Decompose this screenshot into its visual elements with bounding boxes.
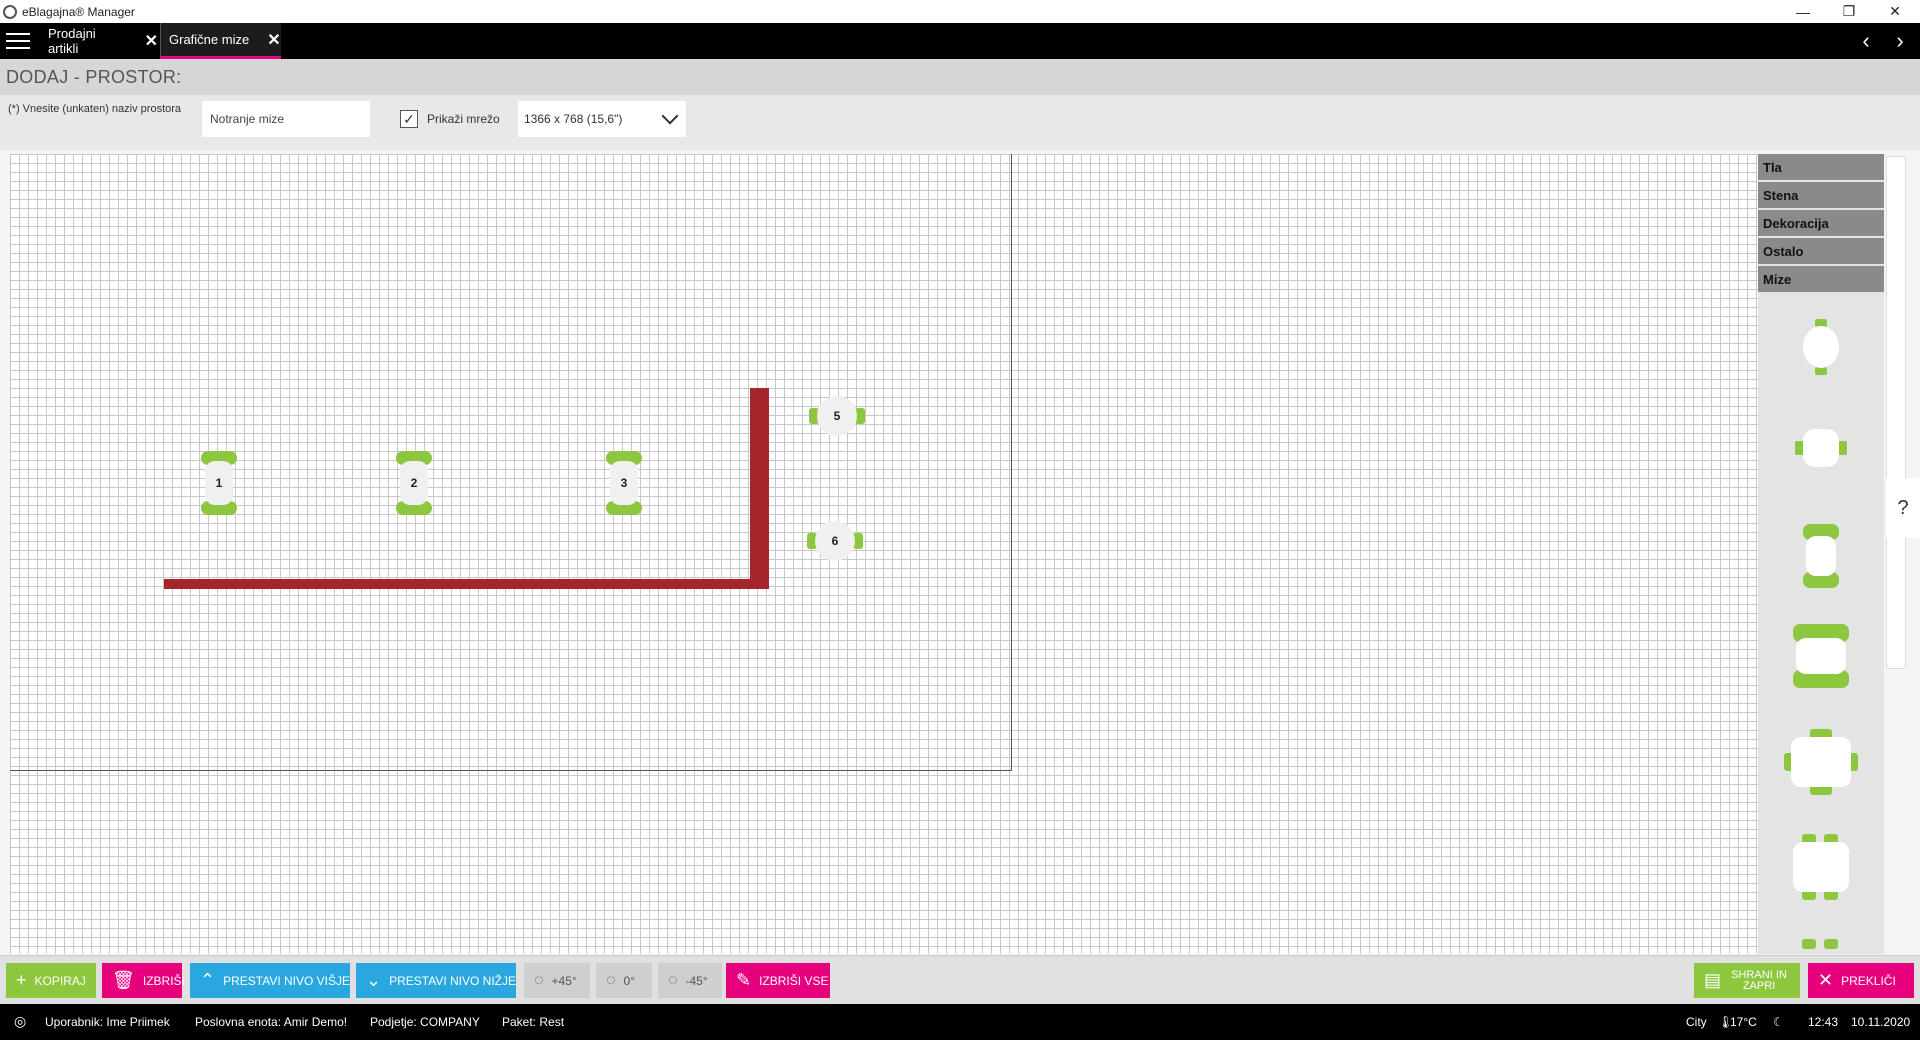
save-icon: ▤ <box>1704 970 1722 990</box>
room-name-input[interactable] <box>202 101 370 137</box>
tab-graficne-mize[interactable]: Grafične mize ✕ <box>160 23 281 59</box>
cancel-button[interactable]: ✕ PREKLIČI <box>1808 963 1914 998</box>
table-3[interactable]: 3 <box>606 451 642 515</box>
rotate-icon: ◌ <box>534 971 544 989</box>
table-5[interactable]: 5 <box>809 396 865 436</box>
rotate-plus-45-button[interactable]: ◌ +45° <box>524 963 590 998</box>
screen-bounds <box>10 154 1012 771</box>
status-company: Podjetje: COMPANY <box>370 1015 480 1029</box>
palette-table-4-seat[interactable] <box>1758 729 1884 795</box>
table-number: 6 <box>815 521 855 561</box>
room-form: (*) Vnesite (unkaten) naziv prostora ✓ P… <box>0 95 1920 150</box>
palette-scrollbar[interactable] <box>1886 156 1906 669</box>
level-down-button[interactable]: ⌄ PRESTAVI NIVO NIŽJE <box>356 963 516 998</box>
tab-close-icon[interactable]: ✕ <box>267 30 280 50</box>
chevron-down-icon: ⌄ <box>366 970 382 990</box>
plus-icon: + <box>16 970 27 990</box>
eraser-icon: ✎ <box>736 970 752 990</box>
table-number: 2 <box>400 461 428 505</box>
palette-table-4-seat-long[interactable] <box>1758 834 1884 900</box>
palette-table-booth-large[interactable] <box>1758 624 1884 688</box>
status-city: City <box>1686 1015 1707 1029</box>
wall-vertical[interactable] <box>750 388 769 589</box>
status-date: 10.11.2020 <box>1851 1015 1911 1029</box>
tab-label: Grafične mize <box>169 32 250 47</box>
page-header: DODAJ - PROSTOR: <box>0 59 1920 95</box>
settings-circle-icon: ◎ <box>14 1013 27 1029</box>
level-up-label: PRESTAVI NIVO VIŠJE <box>223 973 351 988</box>
palette-table-partial[interactable] <box>1758 939 1884 954</box>
floor-plan-canvas[interactable]: 1 2 3 5 6 Tla Stena Dekoracija Ostalo Mi… <box>0 150 1920 955</box>
save-close-label: SHRANI IN ZAPRI <box>1731 968 1787 992</box>
palette-category-tla[interactable]: Tla <box>1758 154 1884 180</box>
table-2[interactable]: 2 <box>396 451 432 515</box>
resolution-value: 1366 x 768 (15,6") <box>524 112 623 126</box>
minimize-button[interactable]: — <box>1780 0 1826 23</box>
tab-bar: Prodajni artikli ✕ Grafične mize ✕ ‹ › <box>0 23 1920 59</box>
resolution-select[interactable]: 1366 x 768 (15,6") <box>518 101 686 137</box>
rotate-minus-45-button[interactable]: ◌ -45° <box>658 963 722 998</box>
save-and-close-button[interactable]: ▤ SHRANI IN ZAPRI <box>1694 963 1800 998</box>
status-temperature: 17°C <box>1730 1015 1757 1029</box>
cancel-label: PREKLIČI <box>1841 973 1896 988</box>
status-package: Paket: Rest <box>502 1015 565 1029</box>
table-number: 1 <box>205 461 233 505</box>
hamburger-menu-icon[interactable] <box>6 31 30 51</box>
room-name-label: (*) Vnesite (unkaten) naziv prostora <box>8 103 182 115</box>
trash-icon: 🗑 <box>112 970 135 990</box>
weather-icon: ☾ <box>1773 1015 1784 1029</box>
chevron-down-icon <box>661 107 679 125</box>
table-number: 5 <box>817 396 857 436</box>
table-6[interactable]: 6 <box>807 521 863 561</box>
wall-horizontal[interactable] <box>164 579 769 589</box>
palette-category-ostalo[interactable]: Ostalo <box>1758 238 1884 264</box>
page-title: DODAJ - PROSTOR: <box>6 67 182 87</box>
table-number: 3 <box>610 461 638 505</box>
status-time: 12:43 <box>1808 1015 1839 1029</box>
element-palette: Tla Stena Dekoracija Ostalo Mize <box>1758 154 1884 954</box>
window-title: eBlagajna® Manager <box>22 4 135 19</box>
palette-table-2-seat-horizontal[interactable] <box>1758 429 1884 469</box>
rotate-zero-button[interactable]: ◌ 0° <box>596 963 652 998</box>
show-grid-label: Prikaži mrežo <box>427 112 500 126</box>
close-icon: ✕ <box>1818 970 1834 990</box>
status-business-unit: Poslovna enota: Amir Demo! <box>195 1015 348 1029</box>
palette-category-dekoracija[interactable]: Dekoracija <box>1758 210 1884 236</box>
action-toolbar: + KOPIRAJ 🗑 IZBRIŠI ⌃ PRESTAVI NIVO VIŠJ… <box>0 955 1920 1004</box>
nav-forward-icon[interactable]: › <box>1887 28 1913 54</box>
delete-button[interactable]: 🗑 IZBRIŠI <box>102 963 185 998</box>
copy-button[interactable]: + KOPIRAJ <box>6 963 96 998</box>
rotate-zero-label: 0° <box>623 973 635 988</box>
chevron-up-icon: ⌃ <box>200 970 216 990</box>
copy-label: KOPIRAJ <box>34 973 86 988</box>
delete-label: IZBRIŠI <box>142 973 185 988</box>
status-user: Uporabnik: Ime Priimek <box>45 1015 170 1029</box>
rotate-icon: ◌ <box>606 971 616 989</box>
tab-close-icon[interactable]: ✕ <box>145 31 158 51</box>
rotate-minus-label: -45° <box>685 973 708 988</box>
palette-table-2-seat-vertical[interactable] <box>1758 319 1884 379</box>
tab-prodajni-artikli[interactable]: Prodajni artikli ✕ <box>40 23 158 59</box>
app-logo-icon <box>3 4 17 19</box>
nav-back-icon[interactable]: ‹ <box>1853 28 1879 54</box>
delete-all-button[interactable]: ✎ IZBRIŠI VSE <box>726 963 830 998</box>
palette-category-mize[interactable]: Mize <box>1758 266 1884 292</box>
show-grid-checkbox[interactable]: ✓ <box>400 110 418 128</box>
level-down-label: PRESTAVI NIVO NIŽJE <box>389 973 517 988</box>
palette-table-booth-small[interactable] <box>1758 524 1884 590</box>
tab-label: Prodajni artikli <box>48 26 96 56</box>
level-up-button[interactable]: ⌃ PRESTAVI NIVO VIŠJE <box>190 963 350 998</box>
status-bar: ◎ Uporabnik: Ime Priimek Poslovna enota:… <box>0 1004 1920 1040</box>
maximize-button[interactable]: ❐ <box>1826 0 1872 23</box>
rotate-icon: ◌ <box>668 971 678 989</box>
rotate-plus-label: +45° <box>551 973 577 988</box>
window-titlebar: eBlagajna® Manager — ❐ ✕ <box>0 0 1920 23</box>
close-window-button[interactable]: ✕ <box>1872 0 1918 23</box>
palette-category-stena[interactable]: Stena <box>1758 182 1884 208</box>
table-1[interactable]: 1 <box>201 451 237 515</box>
help-button[interactable]: ? <box>1886 478 1920 538</box>
delete-all-label: IZBRIŠI VSE <box>759 973 829 988</box>
